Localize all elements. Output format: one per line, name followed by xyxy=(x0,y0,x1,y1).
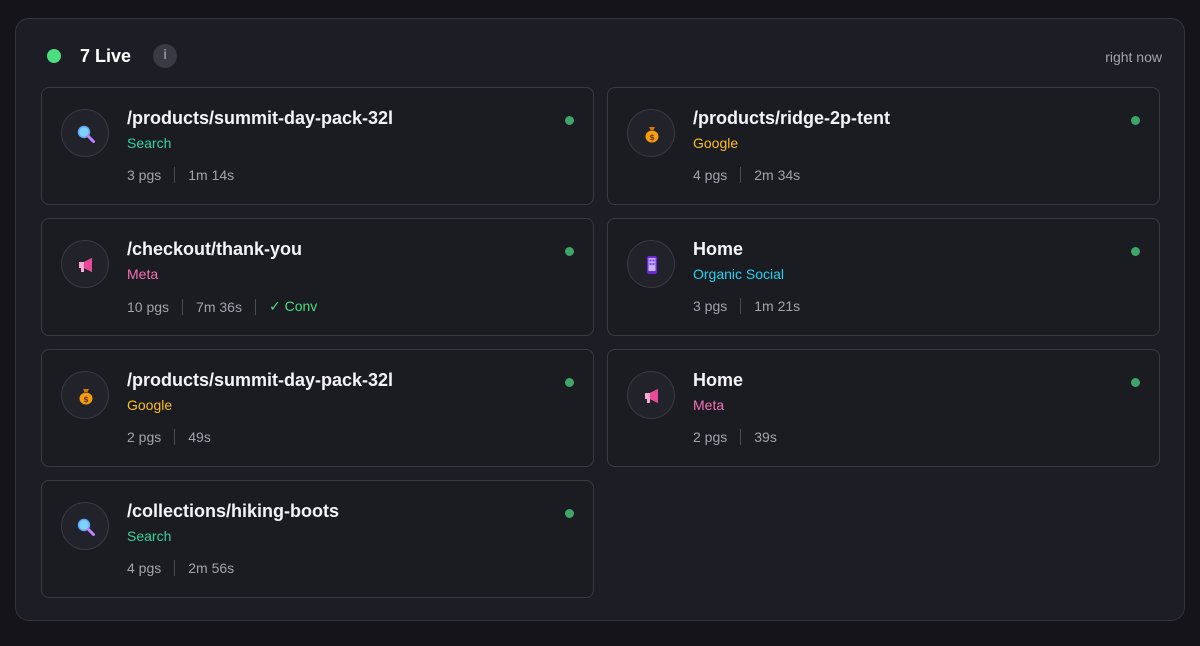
active-status-dot xyxy=(565,116,574,125)
session-card[interactable]: Home Organic Social 3 pgs 1m 21s xyxy=(607,218,1160,336)
active-status-dot xyxy=(1131,116,1140,125)
session-page-count: 2 pgs xyxy=(127,429,162,445)
live-count: 7 Live xyxy=(80,46,132,66)
updated-timestamp: right now xyxy=(1105,49,1162,65)
session-duration: 1m 14s xyxy=(188,167,235,183)
session-grid: /products/summit-day-pack-32l Search 3 p… xyxy=(41,87,1160,598)
session-page-count: 3 pgs xyxy=(693,298,728,314)
session-page-path: /collections/hiking-boots xyxy=(127,501,340,521)
money-bag-icon: $ xyxy=(627,109,675,157)
svg-text:$: $ xyxy=(649,133,655,142)
session-page-count: 2 pgs xyxy=(693,429,728,445)
session-stats: 2 pgs 39s xyxy=(693,429,777,445)
session-card[interactable]: /products/summit-day-pack-32l Search 3 p… xyxy=(41,87,594,205)
session-source: Organic Social xyxy=(693,266,785,282)
active-status-dot xyxy=(1131,378,1140,387)
active-status-dot xyxy=(565,247,574,256)
divider xyxy=(174,429,176,445)
session-card[interactable]: Home Meta 2 pgs 39s xyxy=(607,349,1160,467)
live-visitors-panel: 7 Live i right now /products/summit-day-… xyxy=(15,18,1185,621)
session-source: Google xyxy=(127,397,173,413)
panel-header: 7 Live i right now xyxy=(16,19,1184,87)
active-status-dot xyxy=(1131,247,1140,256)
active-status-dot xyxy=(565,378,574,387)
session-source: Meta xyxy=(127,266,159,282)
megaphone-icon xyxy=(627,371,675,419)
megaphone-icon xyxy=(61,240,109,288)
session-stats: 4 pgs 2m 56s xyxy=(127,560,234,576)
session-duration: 39s xyxy=(754,429,777,445)
session-duration: 49s xyxy=(188,429,211,445)
session-card[interactable]: $ /products/ridge-2p-tent Google 4 pgs 2… xyxy=(607,87,1160,205)
session-card[interactable]: /collections/hiking-boots Search 4 pgs 2… xyxy=(41,480,594,598)
session-page-count: 4 pgs xyxy=(693,167,728,183)
session-duration: 7m 36s xyxy=(196,298,242,315)
session-page-path: /products/summit-day-pack-32l xyxy=(127,370,394,390)
session-stats: 2 pgs 49s xyxy=(127,429,211,445)
money-bag-icon: $ xyxy=(61,371,109,419)
session-duration: 1m 21s xyxy=(754,298,801,314)
session-card[interactable]: $ /products/summit-day-pack-32l Google 2… xyxy=(41,349,594,467)
session-stats: 10 pgs 7m 36s ✓ Conv xyxy=(127,298,317,315)
session-page-path: Home xyxy=(693,239,744,259)
live-indicator-dot xyxy=(47,49,61,63)
divider xyxy=(740,167,742,183)
session-page-count: 10 pgs xyxy=(127,298,170,315)
session-page-path: /products/ridge-2p-tent xyxy=(693,108,890,128)
session-stats: 3 pgs 1m 14s xyxy=(127,167,234,183)
svg-text:$: $ xyxy=(83,395,89,404)
session-page-path: /checkout/thank-you xyxy=(127,239,303,259)
divider xyxy=(740,298,742,314)
divider xyxy=(174,560,176,576)
session-page-path: Home xyxy=(693,370,744,390)
session-source: Search xyxy=(127,135,172,151)
session-stats: 3 pgs 1m 21s xyxy=(693,298,800,314)
divider xyxy=(182,298,184,315)
phone-icon xyxy=(627,240,675,288)
magnifier-icon xyxy=(61,502,109,550)
session-stats: 4 pgs 2m 34s xyxy=(693,167,800,183)
session-duration: 2m 34s xyxy=(754,167,801,183)
divider xyxy=(254,298,256,315)
session-source: Google xyxy=(693,135,739,151)
divider xyxy=(740,429,742,445)
session-page-count: 4 pgs xyxy=(127,560,162,576)
session-duration: 2m 56s xyxy=(188,560,235,576)
info-icon[interactable]: i xyxy=(153,44,177,68)
active-status-dot xyxy=(565,509,574,518)
session-page-count: 3 pgs xyxy=(127,167,162,183)
divider xyxy=(174,167,176,183)
session-source: Meta xyxy=(693,397,725,413)
session-page-path: /products/summit-day-pack-32l xyxy=(127,108,394,128)
session-source: Search xyxy=(127,528,172,544)
conversion-badge: ✓ Conv xyxy=(268,298,318,314)
magnifier-icon xyxy=(61,109,109,157)
session-card[interactable]: /checkout/thank-you Meta 10 pgs 7m 36s ✓… xyxy=(41,218,594,336)
